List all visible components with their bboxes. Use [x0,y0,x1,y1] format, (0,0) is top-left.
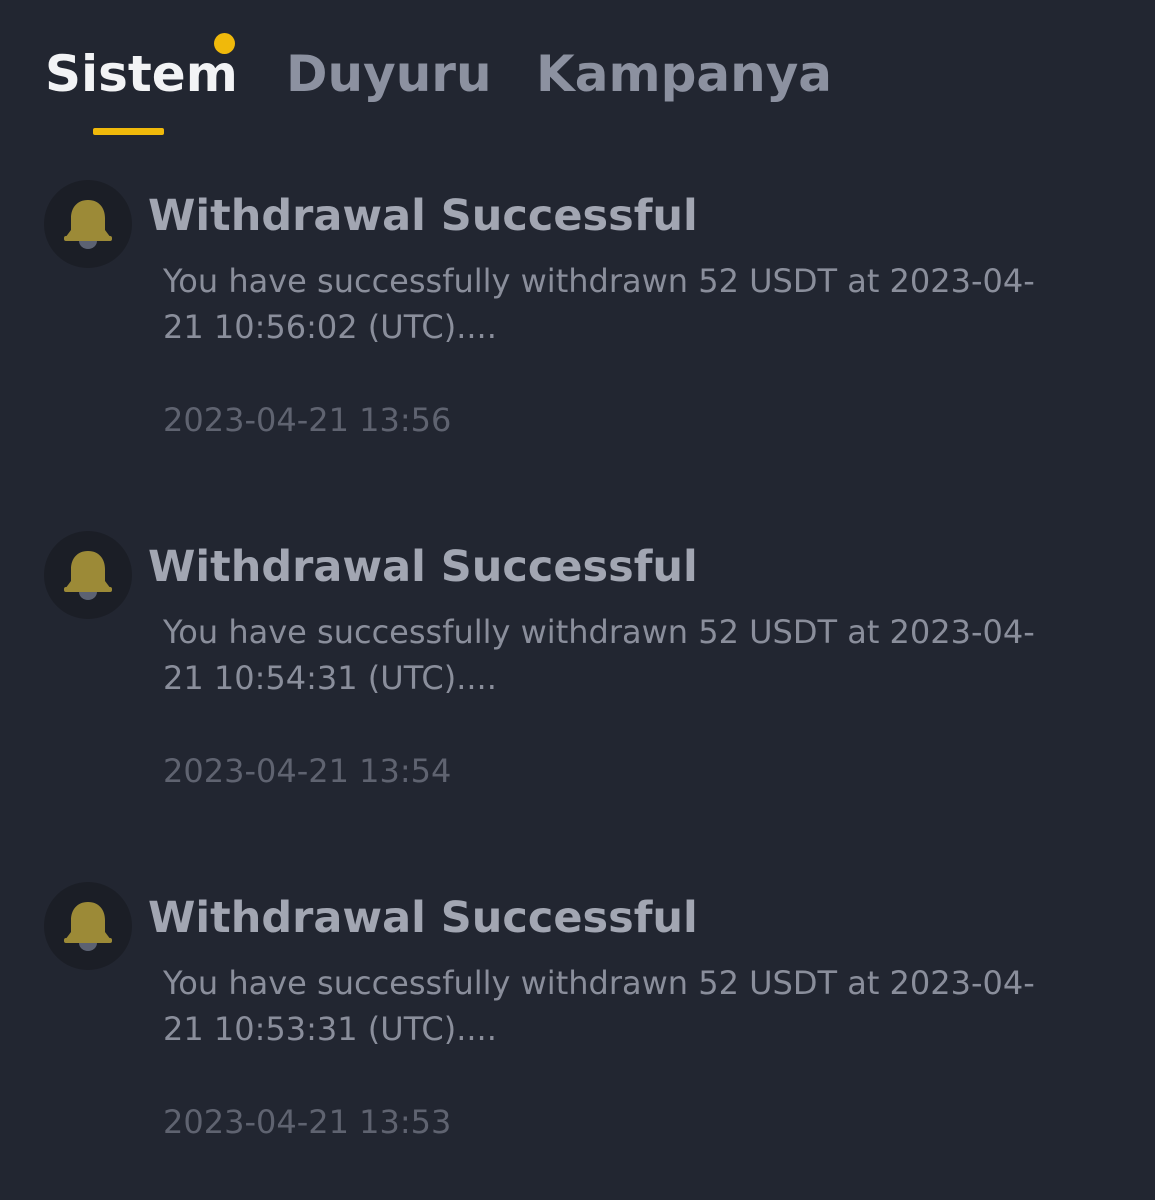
notification-avatar [44,531,132,619]
notification-avatar [44,882,132,970]
notification-time: 2023-04-21 13:53 [163,1103,452,1141]
notification-title: Withdrawal Successful [148,893,698,943]
notification-time: 2023-04-21 13:56 [163,401,452,439]
tab-sistem[interactable]: Sistem [45,42,238,106]
tab-duyuru[interactable]: Duyuru [286,42,492,106]
notification-avatar [44,180,132,268]
unread-dot [214,33,235,54]
notification-title: Withdrawal Successful [148,542,698,592]
notification-body: You have successfully withdrawn 52 USDT … [163,262,1035,346]
bell-icon [64,200,112,249]
notification-item[interactable]: Withdrawal Successful You have successfu… [0,501,1155,821]
notification-body: You have successfully withdrawn 52 USDT … [163,964,1035,1048]
tab-kampanya[interactable]: Kampanya [536,42,832,106]
notification-item[interactable]: Withdrawal Successful You have successfu… [0,852,1155,1172]
notification-time: 2023-04-21 13:54 [163,752,452,790]
tab-bar: Sistem Duyuru Kampanya [0,0,1155,150]
notification-body: You have successfully withdrawn 52 USDT … [163,613,1035,697]
active-tab-indicator [93,128,164,135]
bell-icon [64,551,112,600]
notification-item[interactable]: Withdrawal Successful You have successfu… [0,150,1155,470]
notification-title: Withdrawal Successful [148,191,698,241]
bell-icon [64,902,112,951]
